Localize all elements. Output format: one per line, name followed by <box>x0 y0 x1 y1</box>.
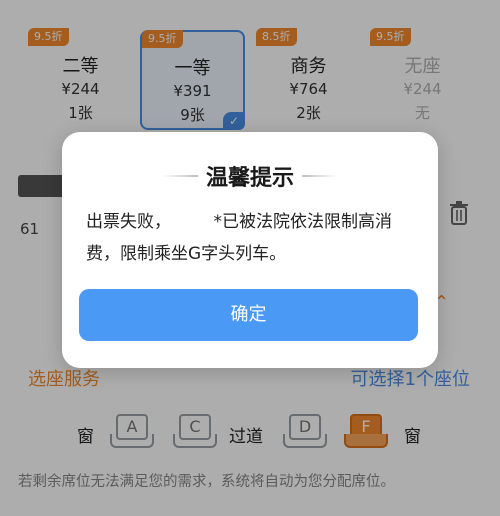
dialog-message: 出票失败， *已被法院依法限制高消费，限制乘坐G字头列车。 <box>86 212 392 264</box>
confirm-button[interactable]: 确定 <box>79 289 418 341</box>
title-decoration-right <box>302 175 338 177</box>
dialog-title: 温馨提示 <box>205 166 294 191</box>
alert-dialog: 温馨提示 出票失败， *已被法院依法限制高消费，限制乘坐G字头列车。 确定 <box>62 132 438 368</box>
